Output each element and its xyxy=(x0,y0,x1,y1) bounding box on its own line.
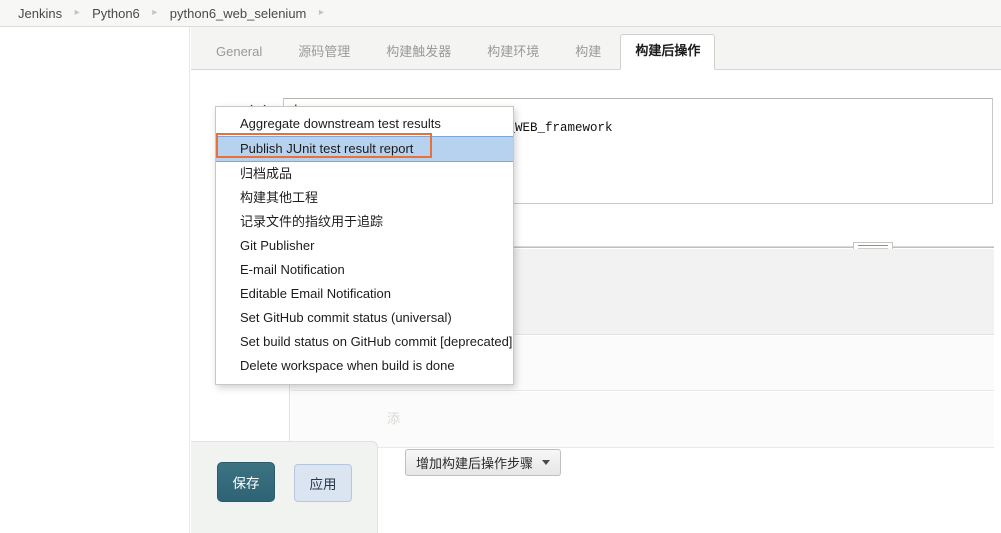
tab-build-environment[interactable]: 构建环境 xyxy=(470,35,556,69)
breadcrumb-item-python6[interactable]: Python6 xyxy=(86,6,146,21)
tab-build-triggers[interactable]: 构建触发器 xyxy=(369,35,468,69)
tab-source-code-management[interactable]: 源码管理 xyxy=(281,35,367,69)
sidebar-pane xyxy=(0,27,190,533)
breadcrumb-trailing-chevron-icon[interactable]: ▸ xyxy=(312,8,330,18)
menu-item-editable-email-notification[interactable]: Editable Email Notification xyxy=(216,282,513,306)
menu-item-archive-artifacts[interactable]: 归档成品 xyxy=(216,162,513,186)
menu-item-aggregate-downstream-test-results[interactable]: Aggregate downstream test results xyxy=(216,112,513,136)
add-post-build-step-label: 增加构建后操作步骤 xyxy=(416,456,534,471)
menu-item-delete-workspace-when-build-done[interactable]: Delete workspace when build is done xyxy=(216,354,513,378)
form-band-4 xyxy=(291,449,994,499)
menu-item-git-publisher[interactable]: Git Publisher xyxy=(216,234,513,258)
breadcrumb-item-jenkins[interactable]: Jenkins xyxy=(12,6,68,21)
menu-item-publish-junit-test-result-report[interactable]: Publish JUnit test result report xyxy=(216,136,513,162)
tab-post-build-actions[interactable]: 构建后操作 xyxy=(620,34,716,70)
breadcrumb-separator-icon: ▸ xyxy=(74,7,80,18)
add-post-build-step-button[interactable]: 增加构建后操作步骤 xyxy=(405,449,562,476)
save-button[interactable]: 保存 xyxy=(217,462,275,502)
post-build-action-dropdown-menu[interactable]: Aggregate downstream test results Publis… xyxy=(215,106,514,385)
chevron-down-icon xyxy=(542,460,551,465)
obscured-label-glyph: 添 xyxy=(387,411,401,426)
menu-item-set-github-commit-status-universal[interactable]: Set GitHub commit status (universal) xyxy=(216,306,513,330)
menu-item-email-notification[interactable]: E-mail Notification xyxy=(216,258,513,282)
menu-item-record-fingerprints[interactable]: 记录文件的指纹用于追踪 xyxy=(216,210,513,234)
save-apply-panel: 保存 应用 xyxy=(191,441,378,533)
menu-item-build-other-projects[interactable]: 构建其他工程 xyxy=(216,186,513,210)
breadcrumb-separator-icon: ▸ xyxy=(152,7,158,18)
breadcrumb-item-python6-web-selenium[interactable]: python6_web_selenium xyxy=(164,6,313,21)
tab-build[interactable]: 构建 xyxy=(558,35,618,69)
menu-item-set-build-status-github-commit[interactable]: Set build status on GitHub commit [depre… xyxy=(216,330,513,354)
config-tab-bar: General 源码管理 构建触发器 构建环境 构建 构建后操作 xyxy=(191,27,1001,70)
tab-general[interactable]: General xyxy=(199,35,279,69)
breadcrumb: Jenkins ▸ Python6 ▸ python6_web_selenium… xyxy=(0,0,1001,27)
apply-button[interactable]: 应用 xyxy=(294,464,352,502)
jenkins-job-config-screen: Jenkins ▸ Python6 ▸ python6_web_selenium… xyxy=(0,0,1001,533)
